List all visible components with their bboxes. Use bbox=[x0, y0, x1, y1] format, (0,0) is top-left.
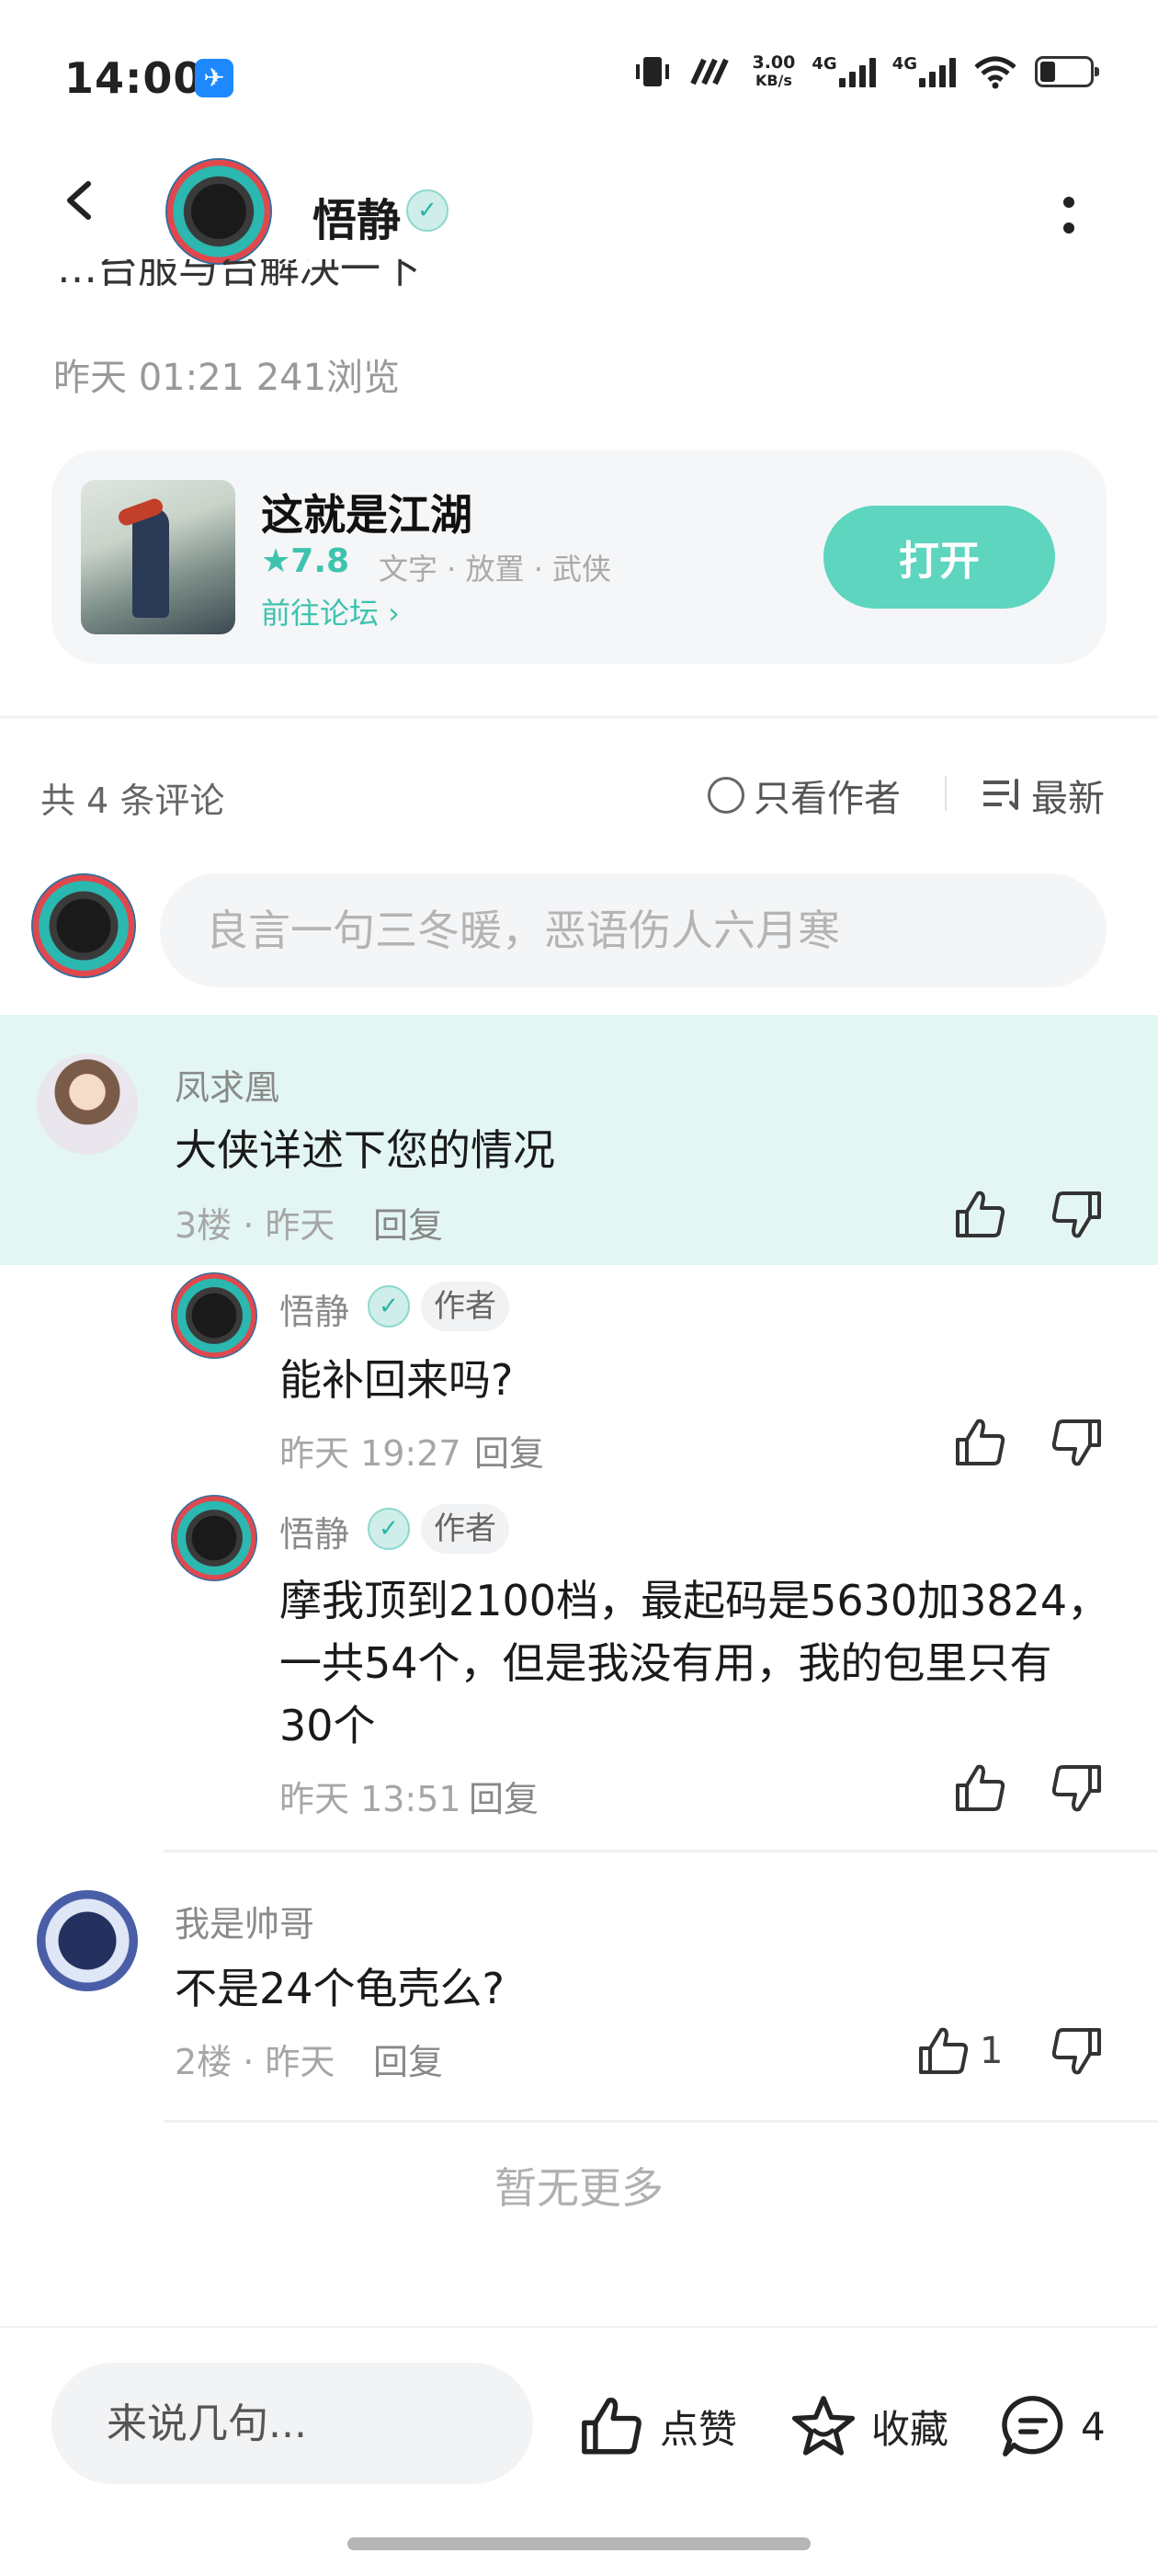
author-name[interactable]: 悟静 bbox=[312, 184, 401, 248]
star-icon bbox=[791, 2396, 856, 2456]
my-avatar bbox=[31, 873, 136, 978]
vibrate-icon bbox=[636, 57, 670, 86]
game-title[interactable]: 这就是江湖 bbox=[261, 482, 472, 542]
favorite-button[interactable]: 收藏 bbox=[789, 2394, 948, 2458]
reply-button[interactable]: 回复 bbox=[373, 1197, 443, 1248]
net-speed: 3.00 KB/s bbox=[752, 52, 796, 89]
verified-badge-icon: ✓ bbox=[368, 1508, 410, 1550]
open-game-button[interactable]: 打开 bbox=[823, 506, 1055, 609]
comment-meta: 3楼 · 昨天 bbox=[175, 1205, 335, 1246]
game-rating: ★7.8 bbox=[261, 542, 350, 580]
thumbs-down-icon[interactable] bbox=[1050, 1188, 1103, 1241]
more-options-icon[interactable] bbox=[1062, 193, 1075, 237]
comment-count: 共 4 条评论 bbox=[40, 781, 225, 821]
reply-text-line: 30个 bbox=[279, 1701, 376, 1750]
commenter-name[interactable]: 我是帅哥 bbox=[175, 1896, 314, 1946]
sort-list-icon bbox=[983, 779, 1018, 810]
back-arrow-icon[interactable] bbox=[61, 180, 101, 221]
commenter-avatar[interactable] bbox=[37, 1890, 138, 1991]
comment-divider bbox=[164, 2120, 1158, 2123]
comment-meta: 2楼 · 昨天 bbox=[175, 2042, 335, 2082]
section-divider bbox=[0, 715, 1158, 719]
sort-toggle[interactable]: 最新 bbox=[982, 769, 1105, 822]
say-something-input[interactable] bbox=[51, 2363, 533, 2484]
commenter-avatar[interactable] bbox=[37, 1054, 138, 1155]
like-label: 点赞 bbox=[660, 2406, 738, 2452]
commenter-name[interactable]: 凤求凰 bbox=[175, 1059, 279, 1110]
signal-2: 4G bbox=[892, 56, 956, 87]
thumbs-down-icon[interactable] bbox=[1050, 1761, 1103, 1815]
thumbs-down-icon[interactable] bbox=[1050, 1416, 1103, 1469]
comment-bubble-icon bbox=[1002, 2396, 1063, 2456]
reply-name[interactable]: 悟静 bbox=[279, 1283, 349, 1334]
wifi-icon bbox=[974, 56, 1016, 89]
verified-badge-icon: ✓ bbox=[368, 1285, 410, 1328]
reply-text-line: 摩我顶到2100档，最起码是5630加3824， bbox=[279, 1576, 1110, 1625]
reply-button[interactable]: 回复 bbox=[469, 1771, 539, 1821]
reply-name[interactable]: 悟静 bbox=[279, 1506, 349, 1556]
favorite-label: 收藏 bbox=[871, 2406, 949, 2452]
thumbs-up-icon[interactable] bbox=[917, 2024, 971, 2078]
post-meta: 昨天 01:21 241浏览 bbox=[53, 357, 401, 399]
home-indicator[interactable] bbox=[347, 2537, 811, 2550]
like-post-button[interactable]: 点赞 bbox=[577, 2394, 737, 2458]
forum-link[interactable]: 前往论坛 › bbox=[261, 590, 400, 633]
reply-avatar[interactable] bbox=[171, 1495, 257, 1581]
thumbs-down-icon[interactable] bbox=[1050, 2024, 1103, 2078]
thumbs-up-icon[interactable] bbox=[954, 1188, 1007, 1241]
verified-badge-icon: ✓ bbox=[406, 189, 448, 232]
comment-text: 大侠详述下您的情况 bbox=[175, 1125, 555, 1175]
reply-text-line: 一共54个，但是我没有用，我的包里只有 bbox=[279, 1638, 1052, 1688]
sort-label: 最新 bbox=[1031, 778, 1105, 820]
author-avatar[interactable] bbox=[165, 158, 272, 265]
reply-time: 昨天 19:27 bbox=[279, 1433, 461, 1474]
like-button[interactable]: 1 bbox=[917, 2024, 1003, 2078]
signal-bars-icon bbox=[919, 56, 956, 87]
comment-count-label: 4 bbox=[1081, 2403, 1106, 2449]
thumbs-up-icon[interactable] bbox=[954, 1416, 1007, 1469]
radio-icon[interactable] bbox=[708, 777, 744, 814]
reply-button[interactable]: 回复 bbox=[474, 1425, 544, 1476]
thumbs-up-icon bbox=[582, 2398, 641, 2455]
only-author-label: 只看作者 bbox=[754, 778, 901, 820]
comment-input[interactable] bbox=[160, 873, 1107, 987]
separator bbox=[945, 776, 947, 811]
author-tag: 作者 bbox=[421, 1282, 509, 1331]
game-tags: 文字 · 放置 · 武侠 bbox=[379, 552, 612, 587]
status-time: 14:00 bbox=[64, 53, 204, 103]
battery-icon bbox=[1035, 56, 1099, 87]
post-content-cut: …台服与台解决一下 bbox=[57, 259, 421, 292]
comment-divider bbox=[164, 1850, 1158, 1852]
comments-button[interactable]: 4 bbox=[998, 2394, 1106, 2458]
reply-button[interactable]: 回复 bbox=[373, 2034, 443, 2084]
like-count: 1 bbox=[980, 2030, 1004, 2072]
reply-text: 能补回来吗? bbox=[279, 1355, 514, 1405]
signal-bars-icon bbox=[838, 56, 876, 87]
game-cover-image[interactable] bbox=[81, 480, 235, 634]
comment-text: 不是24个龟壳么? bbox=[175, 1964, 505, 2013]
only-author-toggle[interactable]: 只看作者 bbox=[708, 769, 901, 822]
status-icons: 3.00 KB/s 4G 4G bbox=[632, 52, 1099, 90]
signal-1: 4G bbox=[812, 56, 876, 87]
thumbs-up-icon[interactable] bbox=[954, 1761, 1007, 1815]
reply-avatar[interactable] bbox=[171, 1272, 257, 1359]
no-more-label: 暂无更多 bbox=[494, 2163, 664, 2213]
reply-time: 昨天 13:51 bbox=[279, 1779, 461, 1819]
notification-app-icon: ✈ bbox=[195, 59, 233, 97]
nfc-icon bbox=[690, 58, 730, 85]
author-tag: 作者 bbox=[421, 1504, 509, 1554]
